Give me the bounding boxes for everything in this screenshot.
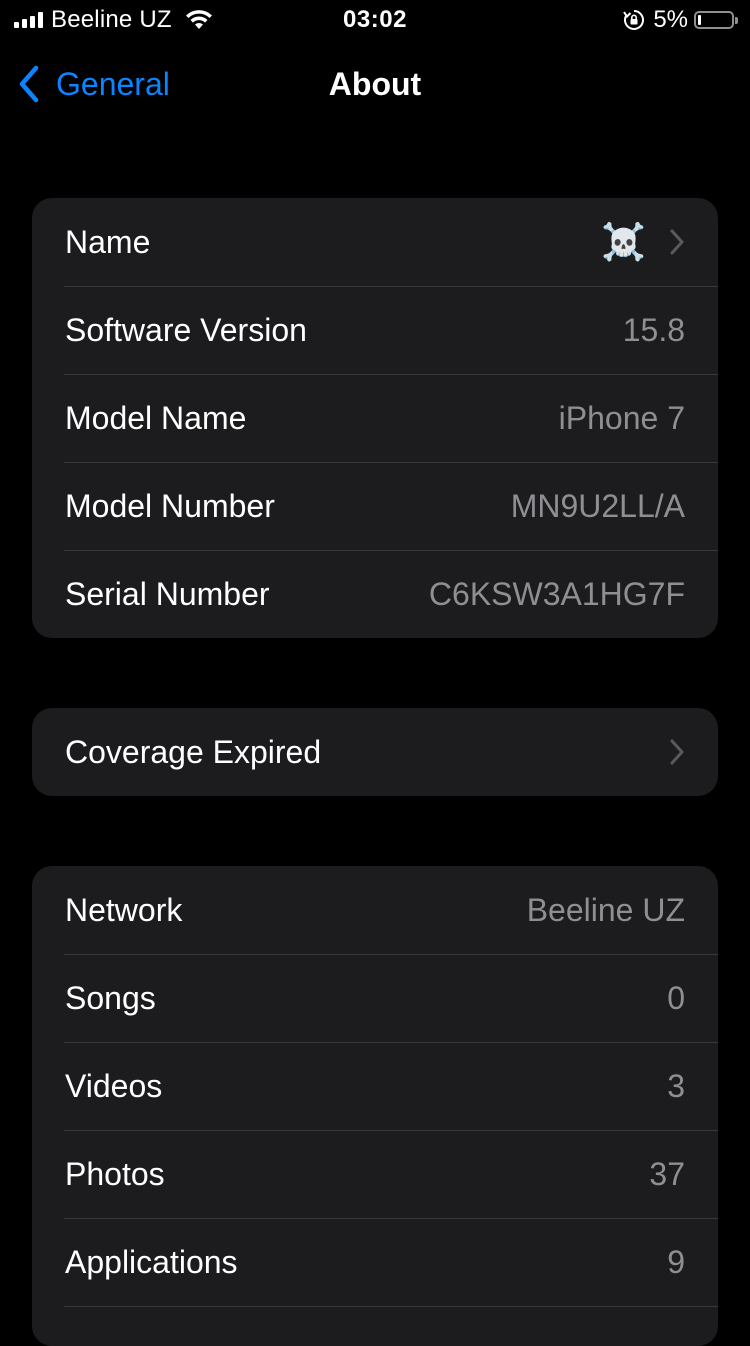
battery-icon — [694, 11, 734, 29]
row-applications: Applications 9 — [32, 1218, 718, 1306]
row-label: Serial Number — [65, 575, 270, 612]
name-value: ☠️ — [601, 221, 646, 262]
status-right: 5% — [623, 6, 738, 34]
row-model-name: Model Name iPhone 7 — [32, 374, 718, 462]
row-software-version: Software Version 15.8 — [32, 286, 718, 374]
usage-group: Network Beeline UZ Songs 0 Videos 3 Phot… — [32, 866, 718, 1346]
row-label: Songs — [65, 979, 156, 1016]
row-value: 0 — [667, 979, 685, 1016]
battery-fill — [698, 15, 701, 25]
page-title: About — [328, 66, 422, 102]
row-value: 37 — [649, 1155, 685, 1192]
row-label: Model Name — [65, 399, 247, 436]
row-label: Applications — [65, 1243, 238, 1280]
row-value: 9 — [667, 1243, 685, 1280]
row-value: 3 — [667, 1067, 685, 1104]
row-name[interactable]: Name ☠️ — [32, 198, 718, 286]
row-label: Model Number — [65, 487, 275, 524]
row-value: MN9U2LL/A — [510, 487, 685, 524]
row-coverage[interactable]: Coverage Expired — [32, 708, 718, 796]
row-photos: Photos 37 — [32, 1130, 718, 1218]
row-label: Photos — [65, 1155, 165, 1192]
row-value: iPhone 7 — [558, 399, 685, 436]
row-videos: Videos 3 — [32, 1042, 718, 1130]
row-value: 15.8 — [622, 311, 685, 348]
battery-cap — [735, 16, 738, 24]
row-songs: Songs 0 — [32, 954, 718, 1042]
device-info-group: Name ☠️ Software Version 15.8 Model Name… — [32, 198, 718, 638]
row-value: Beeline UZ — [526, 891, 685, 928]
row-label: Name — [65, 223, 151, 260]
row-label: Network — [65, 891, 183, 928]
navigation-bar: General About — [0, 56, 750, 112]
row-model-number[interactable]: Model Number MN9U2LL/A — [32, 462, 718, 550]
row-serial-number: Serial Number C6KSW3A1HG7F — [32, 550, 718, 638]
row-network: Network Beeline UZ — [32, 866, 718, 954]
coverage-group: Coverage Expired — [32, 708, 718, 796]
row-value: C6KSW3A1HG7F — [428, 575, 685, 612]
row-label: Videos — [65, 1067, 163, 1104]
rotation-lock-icon — [623, 10, 645, 30]
chevron-right-icon — [670, 739, 684, 765]
battery-percent: 5% — [653, 6, 688, 33]
row-label: Software Version — [65, 311, 307, 348]
status-bar: Beeline UZ 03:02 5% — [0, 0, 750, 40]
chevron-right-icon — [670, 229, 684, 255]
row-partial — [32, 1306, 718, 1346]
row-label: Coverage Expired — [65, 733, 322, 770]
